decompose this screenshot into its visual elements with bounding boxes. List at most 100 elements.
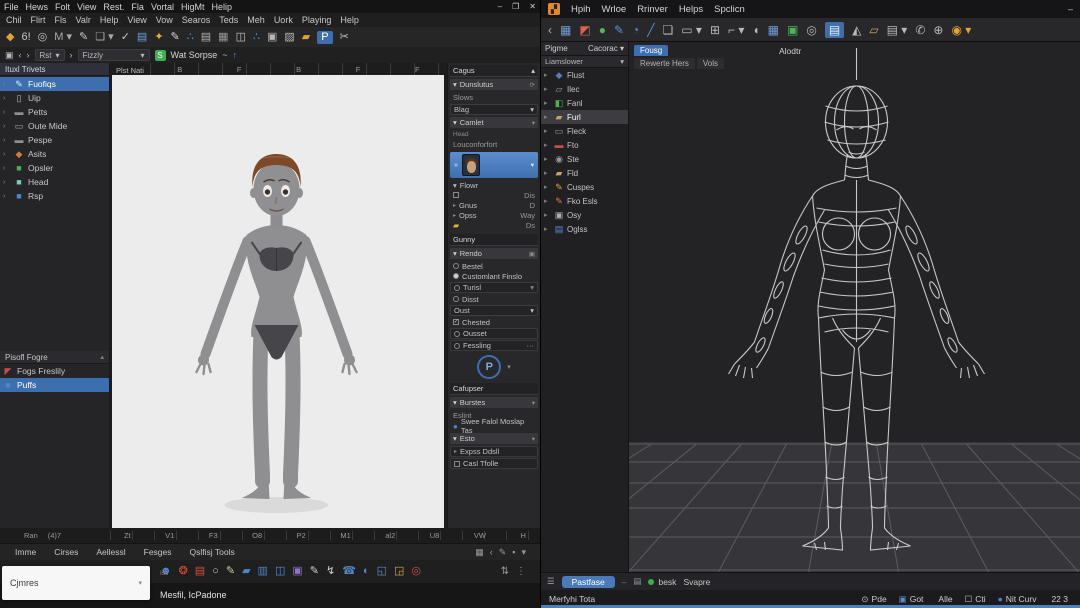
titlebar-menu-item[interactable]: File: [4, 2, 19, 12]
right-toolbar-icon[interactable]: ◭: [852, 24, 861, 36]
outliner-item[interactable]: ▸ ◆ Flust: [541, 68, 628, 82]
right-menubar-item[interactable]: Wrloe: [602, 4, 627, 15]
toolbar-icon[interactable]: ▦: [218, 32, 228, 43]
toolbar-icon[interactable]: ∴: [187, 32, 194, 43]
bestel-radio[interactable]: Bestel: [450, 261, 538, 271]
customlant-radio[interactable]: Customlant Finslo: [450, 271, 538, 281]
toolbar-icon[interactable]: P: [317, 31, 332, 44]
nav-dropdown-1[interactable]: Rst▾: [35, 49, 65, 61]
right-toolbar-icon[interactable]: ⊞: [710, 24, 720, 36]
outliner-item[interactable]: ▸ ▬ Fto: [541, 138, 628, 152]
right-toolbar-icon[interactable]: ▣: [787, 24, 798, 36]
lower-tree-header[interactable]: Pisofl Fogre▴: [0, 351, 109, 364]
minimize-button[interactable]: –: [498, 2, 502, 11]
menubar-item[interactable]: View: [127, 15, 146, 25]
menubar-item[interactable]: Help: [100, 15, 119, 25]
oust-dropdown[interactable]: Oust▾: [450, 305, 538, 316]
bullet-row[interactable]: ●Swee Falol Moslap Tas: [450, 421, 538, 431]
expss-button[interactable]: ▸Expss Ddsll: [450, 446, 538, 457]
menubar-item[interactable]: Playing: [302, 15, 332, 25]
rendo-section-header[interactable]: ▾Rendo▣: [450, 248, 538, 259]
bottom-right-icon[interactable]: ⇅: [501, 566, 509, 577]
blag-dropdown[interactable]: Blag▾: [450, 104, 538, 115]
viewport-tab-active[interactable]: Fousg: [634, 45, 668, 56]
lower-tree-item[interactable]: ■ Puffs: [0, 378, 109, 392]
nav-dropdown-2[interactable]: Fizzly▾: [78, 49, 150, 61]
right-menubar-item[interactable]: Spclicn: [714, 4, 745, 15]
toolbar-icon[interactable]: ◆: [6, 32, 14, 43]
expand-caret-icon[interactable]: ›: [3, 109, 10, 116]
bottom-tab-icon[interactable]: ▾: [521, 547, 526, 558]
right-toolbar-icon[interactable]: ◩: [579, 24, 590, 36]
forward-button[interactable]: ›: [27, 50, 30, 60]
toolbar-icon[interactable]: 6!: [21, 32, 30, 43]
status-item[interactable]: ⊙ Pde: [861, 594, 886, 605]
tree-item[interactable]: › ■ Head: [0, 175, 109, 189]
outliner-item[interactable]: ▸ ◧ Fanl: [541, 96, 628, 110]
bottom-tool-icon[interactable]: ◱: [377, 566, 387, 577]
toolbar-icon[interactable]: ✓: [121, 32, 130, 43]
expand-caret-icon[interactable]: ›: [3, 81, 10, 88]
bottom-tool-icon[interactable]: ▰: [242, 566, 250, 577]
toolbar-icon[interactable]: ∴: [253, 32, 260, 43]
bottom-tab[interactable]: Imme: [8, 547, 43, 557]
right-toolbar-icon[interactable]: ◉ ▾: [951, 24, 971, 36]
expand-caret-icon[interactable]: ›: [3, 193, 10, 200]
titlebar-menu-item[interactable]: Hews: [26, 2, 49, 12]
outliner-item[interactable]: ▸ ▣ Osy: [541, 208, 628, 222]
menubar-item[interactable]: Teds: [219, 15, 238, 25]
cafupser-tab[interactable]: Cafupser: [450, 383, 538, 395]
hamburger-icon[interactable]: ☰: [547, 576, 555, 587]
bottom-tool-icon[interactable]: ▣: [292, 566, 302, 577]
status-item[interactable]: ▣ Got: [899, 594, 924, 605]
bottom-tab-icon[interactable]: ▪: [512, 547, 515, 558]
dis-row[interactable]: Dis: [450, 190, 538, 200]
right-toolbar-icon[interactable]: ▭ ▾: [681, 24, 702, 36]
titlebar-menu-item[interactable]: Fla: [131, 2, 144, 12]
section-header[interactable]: ▾Dunslutus⟳: [450, 79, 538, 90]
scene-tree-header[interactable]: Ituxl Trivets: [0, 63, 109, 76]
inspector-tab[interactable]: Cagus▴: [450, 65, 538, 77]
expand-caret-icon[interactable]: ▸: [544, 141, 551, 149]
bottom-tab[interactable]: Cirses: [47, 547, 85, 557]
outliner-tab-1[interactable]: Pigme: [545, 44, 568, 53]
expand-caret-icon[interactable]: ›: [3, 165, 10, 172]
toolbar-icon[interactable]: ▤: [201, 32, 211, 43]
right-toolbar-icon[interactable]: ▤ ▾: [887, 24, 908, 36]
bottom-tab-icon[interactable]: ▦: [475, 547, 484, 558]
toolbar-icon[interactable]: ❏ ▾: [95, 32, 113, 43]
menubar-item[interactable]: Help: [340, 15, 359, 25]
titlebar-menu-item[interactable]: Rest.: [103, 2, 124, 12]
tree-item[interactable]: › ▬ Pespe: [0, 133, 109, 147]
maximize-button[interactable]: ❐: [512, 2, 519, 11]
titlebar-menu-item[interactable]: View: [77, 2, 96, 12]
right-toolbar-icon[interactable]: ◔: [632, 24, 639, 36]
status-item[interactable]: 22 3: [1048, 594, 1068, 604]
bottom-tab[interactable]: Fesges: [137, 547, 179, 557]
expand-caret-icon[interactable]: ▸: [544, 99, 551, 107]
tree-item[interactable]: › ▯ Uip: [0, 91, 109, 105]
titlebar-menu-item[interactable]: Folt: [55, 2, 70, 12]
titlebar-menu-item[interactable]: Vortal: [151, 2, 174, 12]
outliner-item[interactable]: ▸ ▭ Fleck: [541, 124, 628, 138]
right-toolbar-icon[interactable]: ✆: [915, 24, 925, 36]
close-button[interactable]: ✕: [529, 2, 536, 11]
expand-caret-icon[interactable]: ›: [3, 95, 10, 102]
right-toolbar-icon[interactable]: ◎: [806, 24, 816, 36]
outliner-filter-dropdown[interactable]: Liamslower▾: [541, 56, 628, 68]
toolbar-icon[interactable]: M ▾: [54, 32, 72, 43]
menubar-item[interactable]: Uork: [274, 15, 293, 25]
menubar-item[interactable]: Chil: [6, 15, 22, 25]
expand-caret-icon[interactable]: ▸: [544, 169, 551, 177]
bottom-tool-icon[interactable]: ↯: [326, 566, 335, 577]
panel-icon[interactable]: ▤: [633, 576, 641, 587]
tree-item[interactable]: › ■ Opsler: [0, 161, 109, 175]
right-minimize-button[interactable]: –: [1068, 4, 1073, 14]
camlet-section-header[interactable]: ▾Camlet▾: [450, 117, 538, 128]
up-arrow-icon[interactable]: ↑: [232, 50, 237, 60]
disst-radio[interactable]: Disst: [450, 294, 538, 304]
chested-checkbox[interactable]: ✓Chested: [450, 317, 538, 327]
expand-caret-icon[interactable]: ›: [3, 151, 10, 158]
right-toolbar-icon[interactable]: ▱: [869, 24, 878, 36]
sampler-label[interactable]: Wat Sorpse: [171, 50, 218, 60]
